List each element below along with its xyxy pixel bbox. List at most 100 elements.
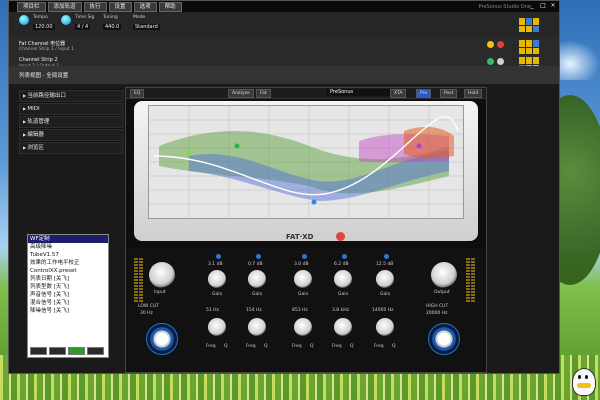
nav-item-track-manager[interactable]: 轨道管理	[19, 116, 123, 128]
transport-bar: Tempo 120.00 Time Sig 4 / 4 Tuning 440.0…	[9, 12, 559, 39]
track-1-grid-icon[interactable]	[519, 40, 539, 54]
timesig-label: Time Sig	[75, 15, 95, 20]
menu-item-settings[interactable]: 设置	[108, 1, 132, 12]
effect-item[interactable]: 列表型数 [天飞]	[28, 283, 108, 291]
track-2-power-icon[interactable]	[487, 58, 494, 65]
band-2-q-label: Q	[264, 344, 268, 349]
track-row-1[interactable]: Fat Channel 电位器 Channel Strip 1 / Input …	[9, 38, 559, 56]
effect-item[interactable]: TubeV1.57	[28, 251, 108, 259]
band-3-led-icon[interactable]	[302, 254, 307, 259]
effect-item[interactable]: WF定制	[28, 235, 108, 243]
band-3-gain-knob[interactable]	[294, 270, 312, 288]
effect-item[interactable]: 效果的工作电平校正	[28, 259, 108, 267]
qq-penguin-icon[interactable]	[572, 368, 596, 396]
eq-curve-svg	[149, 106, 463, 218]
track-1-sub: Channel Strip 1 / Input 1	[19, 47, 75, 52]
post-button[interactable]: Post	[440, 89, 458, 98]
nav-item-midi[interactable]: MIDI	[19, 103, 123, 115]
menu-item-execute[interactable]: 执行	[83, 1, 107, 12]
effect-settings-button[interactable]	[87, 347, 104, 355]
effect-item[interactable]: 混合信号 [关飞]	[28, 299, 108, 307]
effect-item[interactable]: 高级降噪	[28, 243, 108, 251]
band-1-q-label: Q	[224, 344, 228, 349]
highcut-freq: 20000 Hz	[426, 311, 448, 316]
band-1-led-icon[interactable]	[216, 254, 221, 259]
mode-value[interactable]: Standard	[133, 24, 160, 30]
output-knob[interactable]	[431, 262, 457, 288]
effect-item[interactable]: 列表日期 [关飞]	[28, 275, 108, 283]
eq-graph[interactable]	[148, 105, 464, 219]
fat-channel-mascot-icon	[336, 232, 345, 241]
effect-add-button[interactable]	[30, 347, 47, 355]
effect-remove-button[interactable]	[49, 347, 66, 355]
input-meter-right	[139, 258, 143, 302]
maximize-button[interactable]: □	[538, 2, 548, 10]
band-3-gain-value: 3.0 dB	[294, 262, 309, 267]
menu-item-options[interactable]: 选项	[133, 1, 157, 12]
menu-item-help[interactable]: 帮助	[158, 1, 182, 12]
lowcut-knob[interactable]	[146, 323, 178, 355]
band-2-gain-value: 0.7 dB	[248, 262, 263, 267]
band-4-led-icon[interactable]	[342, 254, 347, 259]
minimize-button[interactable]: _	[527, 2, 537, 10]
band-2-led-icon[interactable]	[256, 254, 261, 259]
band-4-gain-knob[interactable]	[334, 270, 352, 288]
analyze-button[interactable]: Analyze	[228, 89, 254, 98]
band-node-4[interactable]	[416, 143, 422, 149]
preset-selector[interactable]: EQ	[130, 89, 145, 98]
band-5-led-icon[interactable]	[384, 254, 389, 259]
close-button[interactable]: ×	[548, 2, 558, 10]
timesig-value[interactable]: 4 / 4	[75, 24, 91, 30]
fat-channel-logo: FAT·XD	[286, 233, 314, 241]
track-2-settings-icon[interactable]	[497, 58, 504, 65]
pre-button[interactable]: Pre	[416, 89, 432, 98]
band-node-3[interactable]	[311, 199, 317, 205]
tuning-value[interactable]: 440.0	[103, 24, 122, 30]
band-4-freq-value: 3.8 kHz	[332, 308, 349, 313]
effect-item[interactable]: 声音信号 [关飞]	[28, 291, 108, 299]
band-2-freq-knob[interactable]	[248, 318, 266, 336]
timesig-knob-icon[interactable]	[61, 15, 71, 25]
band-1-freq-label: Freq	[206, 344, 216, 349]
menu-item-add-track[interactable]: 添加轨道	[47, 1, 82, 12]
effect-item[interactable]: 降噪信号 [关飞]	[28, 307, 108, 315]
band-2-gain-label: Gain	[252, 292, 263, 297]
record-arm-icon[interactable]	[487, 41, 494, 48]
lowcut-label: LOW CUT	[138, 304, 159, 309]
nav-item-browser[interactable]: 浏览区	[19, 142, 123, 154]
band-1-gain-knob[interactable]	[208, 270, 226, 288]
hold-button[interactable]: Hold	[464, 89, 483, 98]
band-4-region	[404, 126, 454, 159]
band-2-freq-label: Freq	[246, 344, 256, 349]
band-5-freq-knob[interactable]	[376, 318, 394, 336]
effect-power-button[interactable]	[68, 347, 85, 355]
band-5-gain-knob[interactable]	[376, 270, 394, 288]
highcut-knob[interactable]	[428, 323, 460, 355]
track-color-grid-icon[interactable]	[519, 18, 539, 32]
band-4-freq-knob[interactable]	[334, 318, 352, 336]
band-node-1[interactable]	[186, 151, 192, 157]
track-row-3[interactable]: 列表视图 · 全局设置	[9, 66, 559, 84]
effect-item[interactable]: ControlXX.preset	[28, 267, 108, 275]
nav-item-output[interactable]: 当前路径输出口	[19, 90, 123, 102]
tempo-value[interactable]: 120.00	[33, 24, 55, 30]
fat-button[interactable]: Fat	[256, 89, 271, 98]
menu-item-project[interactable]: 项目栏	[17, 1, 46, 12]
tempo-knob-icon[interactable]	[19, 15, 29, 25]
output-label: Output	[434, 290, 450, 295]
band-1-freq-knob[interactable]	[208, 318, 226, 336]
band-3-freq-knob[interactable]	[294, 318, 312, 336]
band-2-gain-knob[interactable]	[248, 270, 266, 288]
input-knob[interactable]	[149, 262, 175, 288]
plugin-toolbar: EQ Analyze Fat PreSonus XTA Pre Post Hol…	[126, 88, 486, 99]
band-1-freq-value: 51 Hz	[206, 308, 219, 313]
fat-channel-plugin: EQ Analyze Fat PreSonus XTA Pre Post Hol…	[125, 87, 487, 373]
band-3-gain-label: Gain	[298, 292, 309, 297]
nav-item-editor[interactable]: 编辑器	[19, 129, 123, 141]
monitor-icon[interactable]	[497, 41, 504, 48]
band-node-2[interactable]	[234, 143, 240, 149]
xta-label: XTA	[390, 89, 407, 98]
tuning-label: Tuning	[103, 15, 118, 20]
band-5-gain-label: Gain	[380, 292, 391, 297]
band-2-freq-value: 154 Hz	[246, 308, 262, 313]
